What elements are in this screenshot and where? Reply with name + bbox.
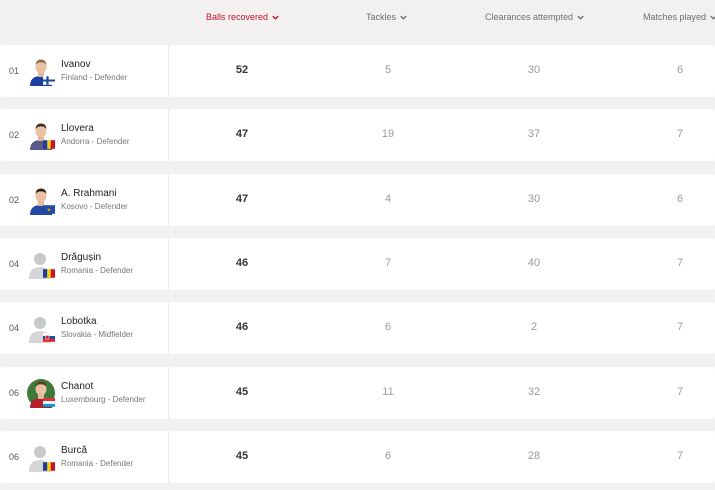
placeholder-avatar [27, 249, 55, 279]
table-row[interactable]: 02 A. Rrahmani Kosovo - Defender 47 4 30 6 [0, 174, 715, 226]
column-divider [168, 367, 169, 419]
balls-recovered-value: 52 [235, 64, 249, 76]
tackles-value: 5 [384, 64, 392, 76]
placeholder-avatar [27, 313, 55, 343]
matches-played-value: 7 [676, 386, 684, 398]
rank-number: 02 [9, 130, 20, 140]
andorra-flag-icon [43, 140, 55, 149]
column-divider [168, 431, 169, 483]
tackles-value: 6 [384, 450, 392, 462]
romania-flag-icon [43, 462, 55, 471]
clearances-value: 40 [527, 257, 541, 269]
chevron-down-icon [576, 13, 585, 22]
tackles-value: 7 [384, 257, 392, 269]
tackles-value: 19 [381, 128, 395, 140]
player-country-position: Andorra - Defender [61, 137, 130, 146]
player-country-position: Finland - Defender [61, 73, 128, 82]
player-country-position: Luxembourg - Defender [61, 395, 146, 404]
finland-flag-icon [43, 76, 55, 85]
rank-number: 04 [9, 259, 20, 269]
placeholder-avatar [27, 442, 55, 472]
player-name[interactable]: Lobotka [61, 316, 97, 327]
chevron-down-icon [709, 13, 715, 22]
matches-played-value: 6 [676, 193, 684, 205]
tackles-value: 4 [384, 193, 392, 205]
matches-played-value: 7 [676, 257, 684, 269]
column-divider [168, 109, 169, 161]
table-row[interactable]: 04 Drăgușin Romania - Defender 46 7 40 7 [0, 238, 715, 290]
table-header: Balls recovered Tackles Clearances attem… [0, 0, 715, 36]
matches-played-value: 7 [676, 128, 684, 140]
chevron-down-icon [399, 13, 408, 22]
matches-played-value: 7 [676, 321, 684, 333]
player-photo [27, 120, 55, 150]
stats-table: Balls recovered Tackles Clearances attem… [0, 0, 715, 490]
player-name[interactable]: Chanot [61, 381, 93, 392]
table-row[interactable]: 04 Lobotka Slovakia - Midfielder 46 6 2 7 [0, 302, 715, 354]
clearances-value: 30 [527, 64, 541, 76]
rank-number: 02 [9, 195, 20, 205]
column-label-matches-played: Matches played [643, 12, 707, 22]
clearances-value: 37 [527, 128, 541, 140]
balls-recovered-value: 45 [235, 386, 249, 398]
player-name[interactable]: Burcă [61, 445, 87, 456]
player-name[interactable]: Llovera [61, 123, 94, 134]
column-label-clearances-attempted: Clearances attempted [485, 12, 574, 22]
table-row[interactable]: 02 Llovera Andorra - Defender 47 19 37 7 [0, 109, 715, 161]
balls-recovered-value: 46 [235, 257, 249, 269]
sort-matches-played[interactable]: Matches played [643, 12, 715, 22]
balls-recovered-value: 47 [235, 193, 249, 205]
player-name[interactable]: A. Rrahmani [61, 188, 117, 199]
rank-number: 06 [9, 452, 20, 462]
column-divider [168, 45, 169, 97]
player-country-position: Romania - Defender [61, 266, 134, 275]
column-divider [168, 174, 169, 226]
sort-tackles[interactable]: Tackles [366, 12, 408, 22]
rank-number: 06 [9, 388, 20, 398]
table-row[interactable]: 06 Burcă Romania - Defender 45 6 28 7 [0, 431, 715, 483]
column-divider [168, 302, 169, 354]
clearances-value: 30 [527, 193, 541, 205]
sort-balls-recovered[interactable]: Balls recovered [206, 12, 280, 22]
table-row[interactable]: 01 Ivanov Finland - Defender 52 5 30 6 [0, 45, 715, 97]
player-name[interactable]: Drăgușin [61, 252, 101, 263]
luxembourg-flag-icon [43, 398, 55, 407]
kosovo-flag-icon [43, 205, 55, 214]
player-photo [27, 378, 55, 408]
tackles-value: 6 [384, 321, 392, 333]
balls-recovered-value: 45 [235, 450, 249, 462]
player-name[interactable]: Ivanov [61, 59, 90, 70]
balls-recovered-value: 47 [235, 128, 249, 140]
player-photo [27, 56, 55, 86]
sort-clearances-attempted[interactable]: Clearances attempted [485, 12, 585, 22]
clearances-value: 28 [527, 450, 541, 462]
rank-number: 04 [9, 323, 20, 333]
clearances-value: 2 [530, 321, 538, 333]
player-country-position: Kosovo - Defender [61, 202, 128, 211]
chevron-down-icon [271, 13, 280, 22]
table-row[interactable]: 06 Chanot Luxembourg - Defender 45 11 32 7 [0, 367, 715, 419]
balls-recovered-value: 46 [235, 321, 249, 333]
column-label-tackles: Tackles [366, 12, 397, 22]
tackles-value: 11 [382, 386, 394, 398]
player-country-position: Romania - Defender [61, 459, 134, 468]
column-divider [168, 238, 169, 290]
column-label-balls-recovered: Balls recovered [206, 12, 269, 22]
clearances-value: 32 [527, 386, 541, 398]
rank-number: 01 [9, 66, 20, 76]
slovakia-flag-icon [43, 333, 55, 342]
matches-played-value: 6 [676, 64, 684, 76]
player-photo [27, 185, 55, 215]
matches-played-value: 7 [676, 450, 684, 462]
player-country-position: Slovakia - Midfielder [61, 330, 134, 339]
romania-flag-icon [43, 269, 55, 278]
